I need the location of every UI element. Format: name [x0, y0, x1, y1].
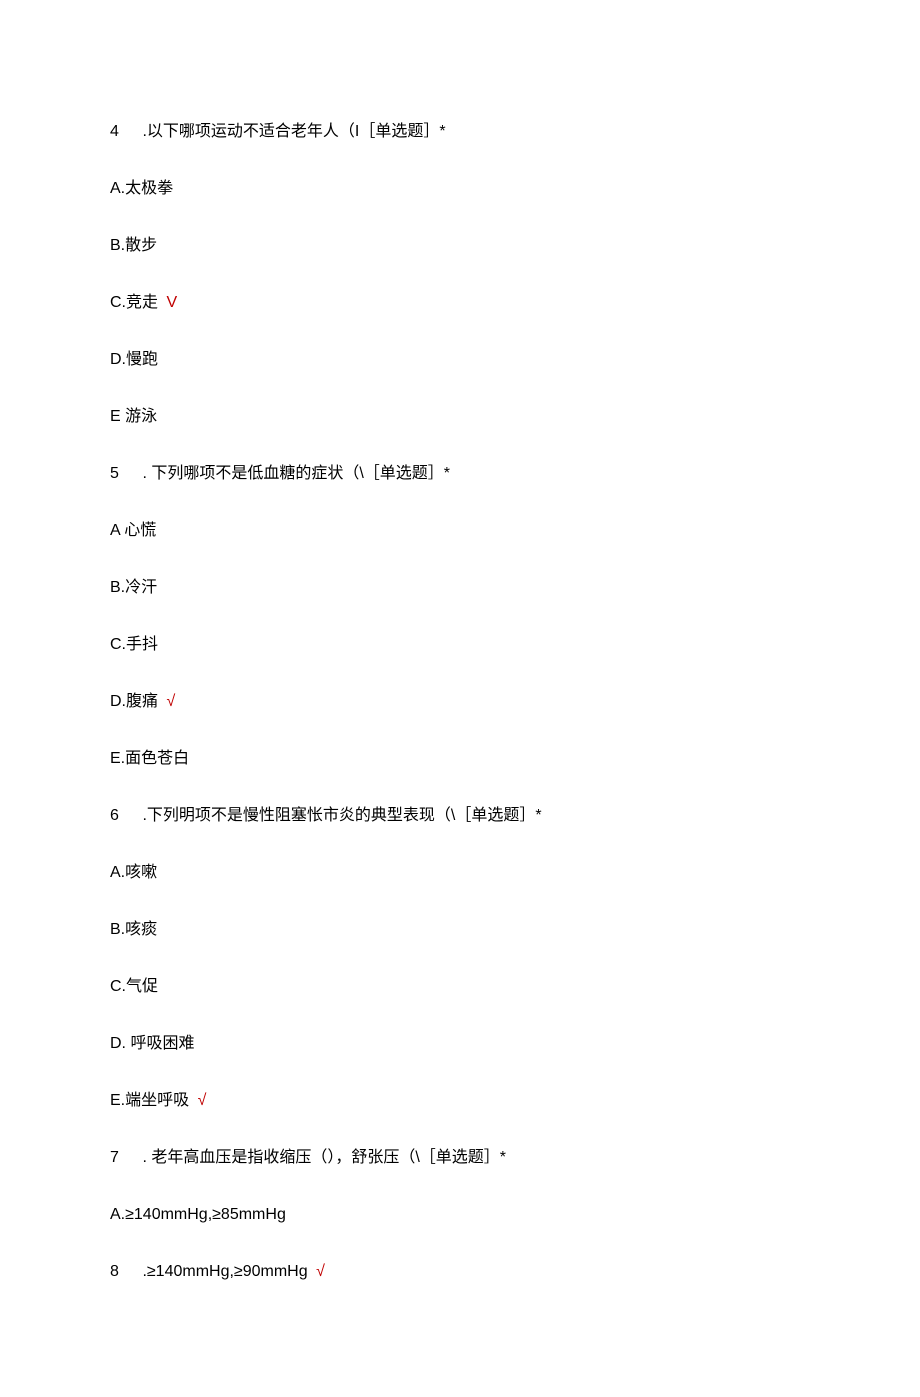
answer-option: D. 呼吸困难: [110, 1032, 810, 1056]
option-label: D.慢跑: [110, 351, 158, 368]
question-text: .以下哪项运动不适合老年人（I［单选题］*: [142, 123, 445, 140]
option-label: E 游泳: [110, 408, 157, 425]
question-stem: 6 .下列明项不是慢性阻塞怅市炎的典型表现（\［单选题］*: [110, 804, 810, 828]
option-label: A.太极拳: [110, 180, 173, 197]
answer-option: B.冷汗: [110, 576, 810, 600]
option-label: A.≥140mmHg,≥85mmHg: [110, 1206, 286, 1223]
question-number: 6: [110, 804, 138, 828]
option-label: E.面色苍白: [110, 750, 189, 767]
option-label: A 心慌: [110, 522, 156, 539]
answer-option: A.≥140mmHg,≥85mmHg: [110, 1203, 810, 1227]
question-number: 7: [110, 1146, 138, 1170]
option-label: B.咳痰: [110, 921, 157, 938]
answer-option: C.竞走 V: [110, 291, 810, 315]
answer-option: E 游泳: [110, 405, 810, 429]
correct-mark: √: [316, 1263, 325, 1280]
answer-option: B.散步: [110, 234, 810, 258]
correct-mark: √: [166, 693, 175, 710]
question-text: . 老年高血压是指收缩压（），舒张压（\［单选题］*: [142, 1149, 506, 1166]
option-label: D. 呼吸困难: [110, 1035, 194, 1052]
answer-option: E.端坐呼吸 √: [110, 1089, 810, 1113]
question-stem: 7 . 老年高血压是指收缩压（），舒张压（\［单选题］*: [110, 1146, 810, 1170]
question-text: . 下列哪项不是低血糖的症状（\［单选题］*: [142, 465, 450, 482]
answer-option: C.手抖: [110, 633, 810, 657]
question-number: 4: [110, 120, 138, 144]
question-number: 5: [110, 462, 138, 486]
answer-option: D.慢跑: [110, 348, 810, 372]
option-label: B.散步: [110, 237, 157, 254]
answer-option: B.咳痰: [110, 918, 810, 942]
answer-option: A.咳嗽: [110, 861, 810, 885]
question-stem: 5 . 下列哪项不是低血糖的症状（\［单选题］*: [110, 462, 810, 486]
option-label: D.腹痛: [110, 693, 158, 710]
option-label: C.手抖: [110, 636, 158, 653]
option-label: C.气促: [110, 978, 158, 995]
correct-mark: √: [198, 1092, 207, 1109]
answer-option: E.面色苍白: [110, 747, 810, 771]
option-label: C.竞走: [110, 294, 158, 311]
answer-option: A.太极拳: [110, 177, 810, 201]
answer-option: C.气促: [110, 975, 810, 999]
option-label: A.咳嗽: [110, 864, 157, 881]
document-page: 4 .以下哪项运动不适合老年人（I［单选题］* A.太极拳 B.散步 C.竞走 …: [0, 0, 920, 1397]
answer-option: D.腹痛 √: [110, 690, 810, 714]
question-text: .≥140mmHg,≥90mmHg: [142, 1263, 307, 1280]
option-label: E.端坐呼吸: [110, 1092, 189, 1109]
answer-option: A 心慌: [110, 519, 810, 543]
question-number: 8: [110, 1260, 138, 1284]
option-label: B.冷汗: [110, 579, 157, 596]
question-stem: 4 .以下哪项运动不适合老年人（I［单选题］*: [110, 120, 810, 144]
question-text: .下列明项不是慢性阻塞怅市炎的典型表现（\［单选题］*: [142, 807, 541, 824]
question-stem: 8 .≥140mmHg,≥90mmHg √: [110, 1260, 810, 1284]
correct-mark: V: [166, 294, 177, 311]
